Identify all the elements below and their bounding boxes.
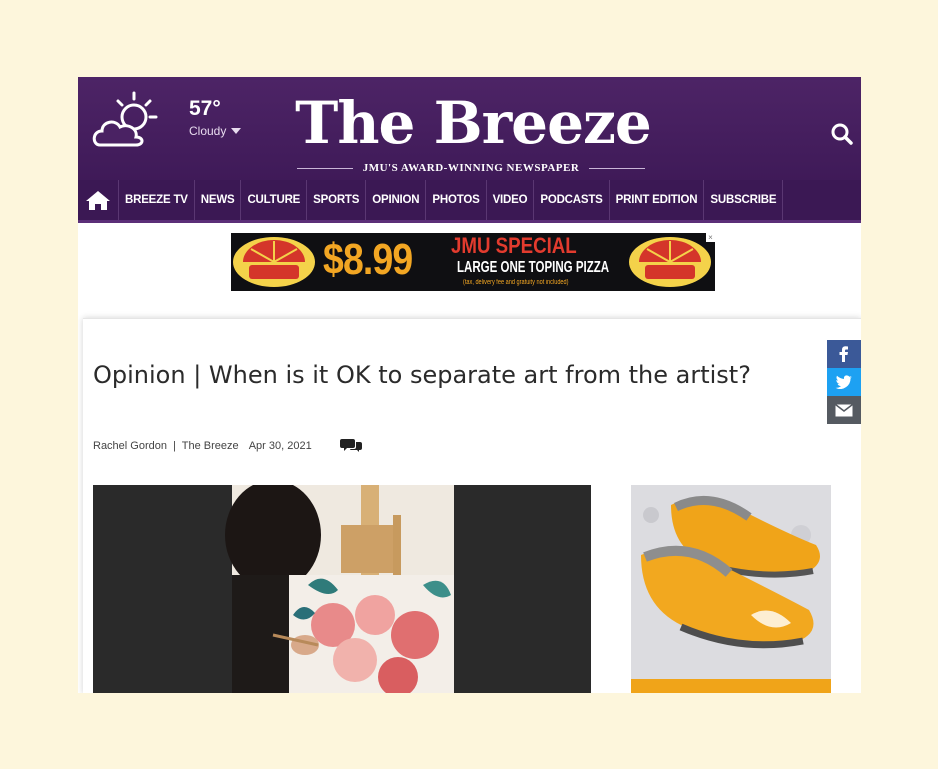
byline-separator: |: [173, 440, 176, 452]
ad-close-icon[interactable]: ×: [706, 233, 715, 242]
twitter-icon: [835, 375, 852, 389]
home-icon: [86, 191, 110, 210]
ad-fine-print: (tax, delivery fee and gratuity not incl…: [463, 279, 569, 286]
publication-name[interactable]: The Breeze: [182, 440, 239, 452]
share-email-button[interactable]: [827, 396, 861, 424]
article-headline: Opinion | When is it OK to separate art …: [93, 361, 751, 389]
nav-item-podcasts[interactable]: PODCASTS: [534, 180, 610, 220]
ad-price: $8.99: [323, 235, 413, 284]
pizza-logo-left: [233, 237, 315, 287]
article-featured-image[interactable]: [93, 485, 591, 693]
main-nav: BREEZE TV NEWS CULTURE SPORTS OPINION PH…: [78, 180, 861, 223]
tagline-text: JMU'S AWARD-WINNING NEWSPAPER: [362, 162, 580, 174]
site-header: 57° Cloudy The Breeze JMU'S AWARD-WINNIN…: [78, 77, 861, 180]
nav-item-breeze-tv[interactable]: BREEZE TV: [119, 180, 195, 220]
nav-item-news[interactable]: NEWS: [195, 180, 242, 220]
boots-ad-image: [631, 485, 831, 693]
nav-item-opinion[interactable]: OPINION: [366, 180, 427, 220]
nav-item-subscribe[interactable]: SUBSCRIBE: [704, 180, 784, 220]
temperature: 57°: [189, 97, 221, 120]
author-name[interactable]: Rachel Gordon: [93, 440, 167, 452]
search-icon[interactable]: [830, 122, 854, 146]
comments-icon[interactable]: [340, 437, 362, 453]
nav-item-sports[interactable]: SPORTS: [307, 180, 367, 220]
email-icon: [835, 403, 853, 416]
share-twitter-button[interactable]: [827, 368, 861, 396]
caret-down-icon[interactable]: [231, 128, 241, 134]
browser-viewport: 57° Cloudy The Breeze JMU'S AWARD-WINNIN…: [78, 77, 861, 693]
share-facebook-button[interactable]: [827, 340, 861, 368]
nav-item-print-edition[interactable]: PRINT EDITION: [610, 180, 705, 220]
article-byline: Rachel Gordon | The Breeze Apr 30, 2021: [93, 440, 315, 452]
ad-banner[interactable]: $8.99 JMU SPECIAL LARGE ONE TOPING PIZZA…: [231, 233, 715, 291]
nav-item-photos[interactable]: PHOTOS: [426, 180, 487, 220]
site-tagline: JMU'S AWARD-WINNING NEWSPAPER: [286, 160, 656, 176]
nav-item-culture[interactable]: CULTURE: [241, 180, 308, 220]
tagline-rule-right: [589, 167, 646, 169]
ad-subline: LARGE ONE TOPING PIZZA: [457, 259, 610, 276]
nav-item-video[interactable]: VIDEO: [487, 180, 535, 220]
ad-headline: JMU SPECIAL: [451, 233, 577, 258]
publish-date: Apr 30, 2021: [248, 440, 312, 452]
sidebar-ad[interactable]: [631, 485, 831, 693]
facebook-icon: [839, 346, 848, 362]
pizza-logo-right: [629, 237, 711, 287]
nav-home-button[interactable]: [78, 180, 119, 220]
weather-widget[interactable]: 57° Cloudy: [90, 87, 241, 157]
tagline-rule-left: [296, 167, 353, 169]
painting-artist-image: [93, 485, 591, 693]
article-card: Opinion | When is it OK to separate art …: [83, 318, 861, 693]
site-logo[interactable]: The Breeze: [258, 83, 688, 163]
share-bar: [827, 340, 861, 424]
partly-cloudy-icon: [92, 91, 158, 147]
weather-condition: Cloudy: [189, 124, 227, 138]
